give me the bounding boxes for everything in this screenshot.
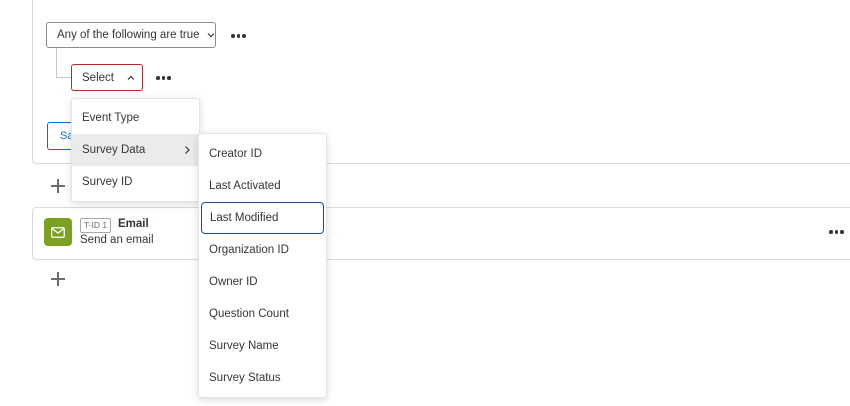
submenu-item-last-modified[interactable]: Last Modified: [201, 202, 324, 234]
chevron-right-icon: [183, 145, 191, 158]
menu-item-label: Survey ID: [82, 176, 133, 188]
more-icon[interactable]: [231, 31, 246, 41]
menu-item-event-type[interactable]: Event Type: [72, 102, 199, 134]
more-icon[interactable]: [829, 227, 844, 237]
menu-item-label: Survey Data: [82, 144, 146, 156]
condition-logic-dropdown[interactable]: Any of the following are true: [46, 22, 216, 48]
submenu-item-label: Creator ID: [209, 148, 263, 160]
submenu-item-label: Organization ID: [209, 244, 289, 256]
menu-item-survey-id[interactable]: Survey ID: [72, 166, 199, 198]
field-select-label: Select: [82, 71, 114, 84]
condition-logic-label: Any of the following are true: [57, 29, 200, 41]
submenu-item-survey-status[interactable]: Survey Status: [199, 362, 326, 394]
submenu-item-label: Last Modified: [210, 212, 279, 224]
submenu-item-label: Question Count: [209, 308, 289, 320]
submenu-item-creator-id[interactable]: Creator ID: [199, 138, 326, 170]
submenu-item-survey-name[interactable]: Survey Name: [199, 330, 326, 362]
plus-icon[interactable]: [51, 179, 65, 193]
email-icon: [44, 218, 72, 246]
connector-line: [56, 48, 57, 78]
field-select-dropdown[interactable]: Select: [71, 64, 143, 91]
task-subtitle: Send an email: [80, 234, 154, 246]
submenu-item-owner-id[interactable]: Owner ID: [199, 266, 326, 298]
submenu-item-label: Owner ID: [209, 276, 258, 288]
submenu-item-organization-id[interactable]: Organization ID: [199, 234, 326, 266]
submenu-item-label: Survey Name: [209, 340, 279, 352]
chevron-down-icon: [206, 30, 216, 40]
submenu-item-question-count[interactable]: Question Count: [199, 298, 326, 330]
chevron-up-icon: [126, 73, 136, 83]
task-id-badge: T-ID 1: [80, 218, 112, 233]
connector-line: [56, 77, 71, 78]
task-card[interactable]: [32, 207, 850, 260]
submenu-item-label: Last Activated: [209, 180, 281, 192]
plus-icon[interactable]: [51, 272, 65, 286]
task-title: Email: [118, 218, 149, 230]
survey-data-submenu: Creator ID Last Activated Last Modified …: [198, 133, 327, 398]
submenu-item-label: Survey Status: [209, 372, 281, 384]
menu-item-label: Event Type: [82, 112, 140, 124]
submenu-item-last-activated[interactable]: Last Activated: [199, 170, 326, 202]
field-menu: Event Type Survey Data Survey ID: [71, 98, 200, 202]
menu-item-survey-data[interactable]: Survey Data: [72, 134, 199, 166]
more-icon[interactable]: [156, 73, 171, 83]
